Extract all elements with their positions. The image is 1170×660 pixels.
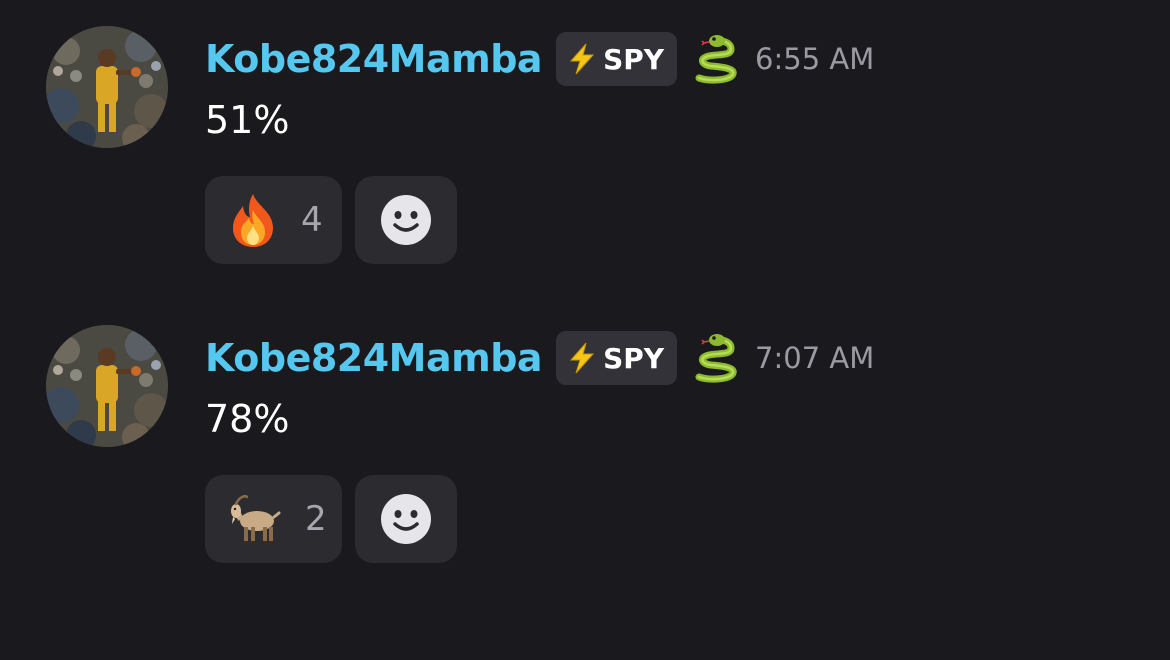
goat-icon <box>227 491 283 547</box>
smiley-icon <box>380 194 432 246</box>
message-content: 78% <box>205 397 290 441</box>
chat-log: Kobe824Mamba SPY 6:55 AM 51% 4 Kobe824Ma… <box>0 0 1170 660</box>
message-timestamp: 6:55 AM <box>755 42 875 76</box>
author-name[interactable]: Kobe824Mamba <box>205 336 543 380</box>
server-tag-label: SPY <box>603 341 665 375</box>
message-content: 51% <box>205 98 290 142</box>
add-reaction-button[interactable] <box>355 176 457 264</box>
avatar[interactable] <box>46 325 168 447</box>
author-name[interactable]: Kobe824Mamba <box>205 37 543 81</box>
message-timestamp: 7:07 AM <box>755 341 875 375</box>
smiley-icon <box>380 493 432 545</box>
server-tag[interactable]: SPY <box>556 331 678 385</box>
reaction-count: 2 <box>305 499 327 539</box>
message-item[interactable]: Kobe824Mamba SPY 7:07 AM 78% 2 <box>0 299 1170 579</box>
reaction-button[interactable]: 4 <box>205 176 342 264</box>
server-tag[interactable]: SPY <box>556 32 678 86</box>
fire-icon <box>227 192 279 248</box>
avatar[interactable] <box>46 26 168 148</box>
reaction-bar: 4 <box>205 176 457 264</box>
snake-icon <box>691 34 741 84</box>
reaction-count: 4 <box>301 200 323 240</box>
message-header: Kobe824Mamba SPY 7:07 AM <box>205 329 874 387</box>
add-reaction-button[interactable] <box>355 475 457 563</box>
lightning-icon <box>565 341 599 375</box>
lightning-icon <box>565 42 599 76</box>
snake-icon <box>691 333 741 383</box>
message-item[interactable]: Kobe824Mamba SPY 6:55 AM 51% 4 <box>0 0 1170 280</box>
reaction-bar: 2 <box>205 475 457 563</box>
message-header: Kobe824Mamba SPY 6:55 AM <box>205 30 874 88</box>
server-tag-label: SPY <box>603 42 665 76</box>
reaction-button[interactable]: 2 <box>205 475 342 563</box>
